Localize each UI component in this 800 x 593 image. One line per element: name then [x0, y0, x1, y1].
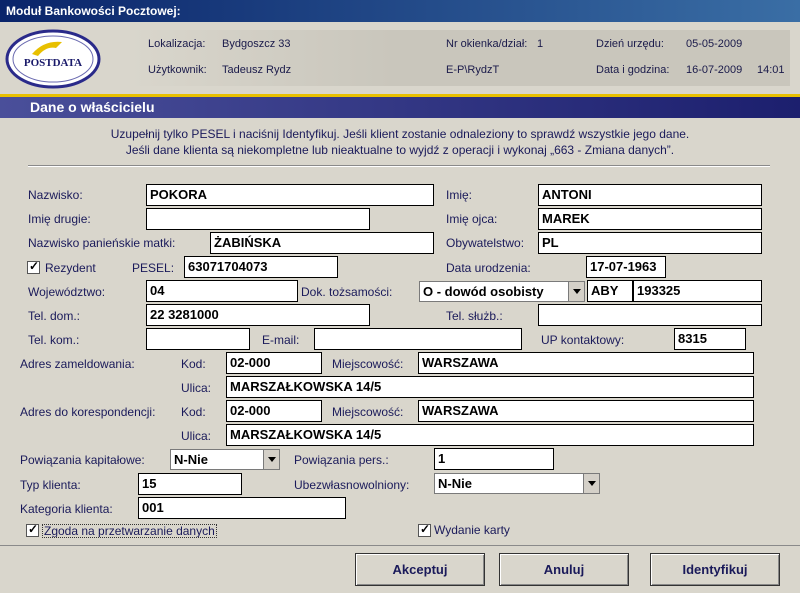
obywatelstwo-label: Obywatelstwo: [446, 236, 525, 250]
miejscowosc-kor-label: Miejscowość: [332, 405, 404, 419]
dok-numer-field[interactable]: 193325 [633, 280, 762, 302]
lokalizacja-value: Bydgoszcz 33 [222, 38, 291, 50]
header-panel: POSTDATA Lokalizacja: Bydgoszcz 33 Nr ok… [0, 22, 800, 92]
imie-ojca-field[interactable]: MAREK [538, 208, 762, 230]
obywatelstwo-field[interactable]: PL [538, 232, 762, 254]
tel-kom-label: Tel. kom.: [28, 333, 80, 347]
tel-kom-field[interactable] [146, 328, 250, 350]
imie-drugie-field[interactable] [146, 208, 370, 230]
wojewodztwo-label: Województwo: [28, 285, 106, 299]
powiazania-kap-label: Powiązania kapitałowe: [20, 453, 145, 467]
anuluj-button[interactable]: Anuluj [499, 553, 629, 586]
nr-okienka-label: Nr okienka/dział: [446, 38, 528, 50]
typ-klienta-field[interactable]: 15 [138, 473, 242, 495]
dok-seria-field[interactable]: ABY [587, 280, 633, 302]
powiazania-pers-label: Powiązania pers.: [294, 453, 389, 467]
nazwisko-field[interactable]: POKORA [146, 184, 434, 206]
window-title: Moduł Bankowości Pocztowej: [6, 4, 181, 18]
adres-koresp-label: Adres do korespondencji: [20, 405, 156, 419]
typ-klienta-label: Typ klienta: [20, 478, 81, 492]
imie-drugie-label: Imię drugie: [28, 212, 91, 226]
imie-ojca-label: Imię ojca: [446, 212, 498, 226]
powiazania-kap-value: N-Nie [174, 452, 208, 467]
uzytkownik-value: Tadeusz Rydz [222, 64, 292, 76]
main-window: Moduł Bankowości Pocztowej: POSTDATA Lok… [0, 0, 800, 593]
zgoda-label[interactable]: Zgoda na przetwarzanie danych [42, 524, 217, 538]
data-godzina-label: Data i godzina: [596, 64, 670, 76]
kod-kor-field[interactable]: 02-000 [226, 400, 322, 422]
tel-dom-field[interactable]: 22 3281000 [146, 304, 370, 326]
powiazania-pers-field[interactable]: 1 [434, 448, 554, 470]
chevron-down-icon[interactable] [583, 474, 599, 493]
akceptuj-button[interactable]: Akceptuj [355, 553, 485, 586]
rezydent-label: Rezydent [45, 261, 96, 275]
dok-typ-select[interactable]: O - dowód osobisty [419, 281, 585, 302]
wydanie-karty-label: Wydanie karty [434, 524, 510, 537]
dok-tozsamosci-label: Dok. tożsamości: [301, 285, 393, 299]
section-header: Dane o właścicielu [0, 94, 800, 118]
rezydent-checkbox[interactable] [27, 259, 40, 274]
instruction-line-2: Jeśli dane klienta są niekompletne lub n… [125, 143, 675, 157]
data-value: 16-07-2009 [686, 64, 743, 76]
nazwisko-matki-field[interactable]: ŻABIŃSKA [210, 232, 434, 254]
divider [28, 165, 770, 167]
ulica-kor-field[interactable]: MARSZAŁKOWSKA 14/5 [226, 424, 754, 446]
email-label: E-mail: [262, 333, 300, 347]
instructions: Uzupełnij tylko PESEL i naciśnij Identyf… [0, 126, 800, 158]
up-kontaktowy-label: UP kontaktowy: [541, 333, 625, 347]
email-field[interactable] [314, 328, 522, 350]
wydanie-karty-checkbox[interactable] [418, 522, 431, 537]
dzien-urzedu-value: 05-05-2009 [686, 38, 743, 50]
godzina-value: 14:01 [757, 64, 785, 76]
up-kontaktowy-field[interactable]: 8315 [674, 328, 746, 350]
title-bar: Moduł Bankowości Pocztowej: [0, 0, 800, 22]
wojewodztwo-field[interactable]: 04 [146, 280, 298, 302]
chevron-down-icon[interactable] [263, 450, 279, 469]
ubezwlasnowolniony-value: N-Nie [438, 476, 472, 491]
ulica-zam-label: Ulica: [181, 381, 212, 395]
dok-typ-value: O - dowód osobisty [423, 284, 544, 299]
uzytkownik-label: Użytkownik: [148, 64, 207, 76]
user-id: E-P\RydzT [446, 64, 500, 76]
miejscowosc-zam-label: Miejscowość: [332, 357, 404, 371]
tel-sluzb-field[interactable] [538, 304, 762, 326]
powiazania-kap-select[interactable]: N-Nie [170, 449, 280, 470]
kod-kor-label: Kod: [181, 405, 206, 419]
instruction-line-1: Uzupełnij tylko PESEL i naciśnij Identyf… [110, 127, 690, 141]
nazwisko-label: Nazwisko: [28, 188, 83, 202]
data-urodzenia-field[interactable]: 17-07-1963 [586, 256, 666, 278]
imie-field[interactable]: ANTONI [538, 184, 762, 206]
kod-zam-field[interactable]: 02-000 [226, 352, 322, 374]
ulica-zam-field[interactable]: MARSZAŁKOWSKA 14/5 [226, 376, 754, 398]
kategoria-label: Kategoria klienta: [20, 502, 113, 516]
lokalizacja-label: Lokalizacja: [148, 38, 206, 50]
ulica-kor-label: Ulica: [181, 429, 212, 443]
data-urodzenia-label: Data urodzenia: [446, 261, 531, 275]
logo-text: POSTDATA [24, 57, 82, 69]
postdata-logo-icon: POSTDATA [5, 29, 101, 89]
chevron-down-icon[interactable] [568, 282, 584, 301]
dzien-urzedu-label: Dzień urzędu: [596, 38, 664, 50]
session-info: Lokalizacja: Bydgoszcz 33 Nr okienka/dzi… [130, 30, 790, 86]
zgoda-checkbox[interactable] [26, 522, 39, 537]
miejscowosc-zam-field[interactable]: WARSZAWA [418, 352, 754, 374]
identyfikuj-button[interactable]: Identyfikuj [650, 553, 780, 586]
pesel-label: PESEL: [132, 261, 175, 275]
imie-label: Imię: [446, 188, 473, 202]
nazwisko-matki-label: Nazwisko panieńskie matki: [28, 236, 176, 250]
miejscowosc-kor-field[interactable]: WARSZAWA [418, 400, 754, 422]
ubezwlasnowolniony-label: Ubezwłasnowolniony: [294, 478, 410, 492]
tel-sluzb-label: Tel. służb.: [446, 309, 503, 323]
pesel-field[interactable]: 63071704073 [184, 256, 338, 278]
kategoria-field[interactable]: 001 [138, 497, 346, 519]
postdata-logo: POSTDATA [4, 28, 102, 90]
ubezwlasnowolniony-select[interactable]: N-Nie [434, 473, 600, 494]
kod-zam-label: Kod: [181, 357, 206, 371]
adres-zameldowania-label: Adres zameldowania: [20, 357, 135, 371]
nr-okienka-value: 1 [537, 38, 544, 50]
section-stripe [0, 94, 800, 97]
section-title: Dane o właścicielu [30, 99, 155, 115]
tel-dom-label: Tel. dom.: [28, 309, 81, 323]
